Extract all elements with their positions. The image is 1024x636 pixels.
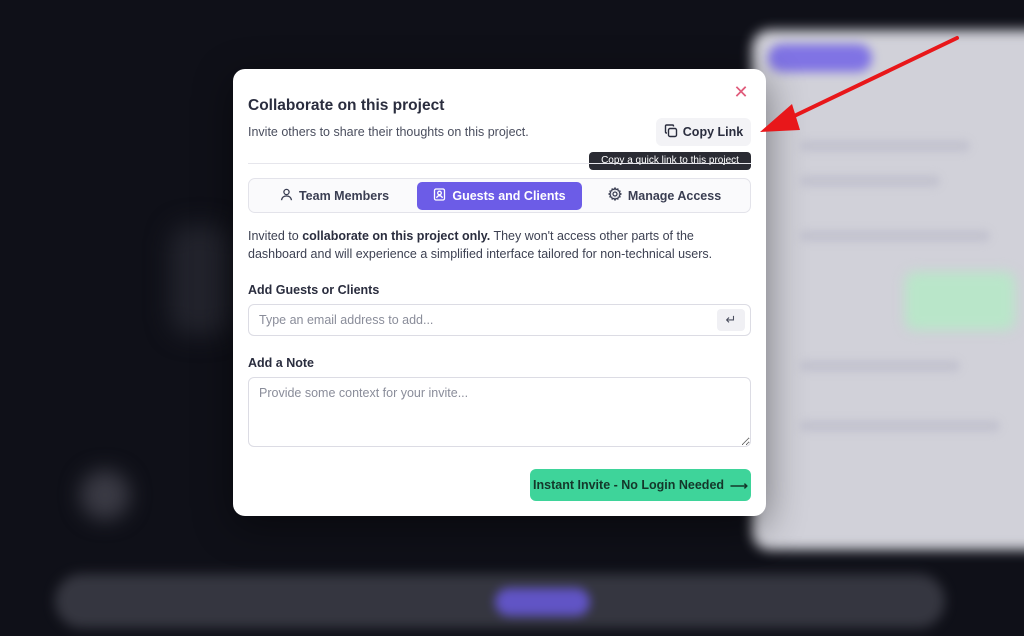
invite-tabs: Team Members Guests and Clients Manage A… (248, 178, 751, 213)
email-field-wrapper: ↵ (248, 304, 751, 336)
background-line (800, 230, 990, 242)
tab-guests-and-clients[interactable]: Guests and Clients (417, 181, 582, 210)
copy-link-button[interactable]: Copy Link (656, 118, 751, 146)
instant-invite-button[interactable]: Instant Invite - No Login Needed ⟶ (530, 469, 751, 501)
gear-icon (607, 186, 623, 204)
copy-link-label: Copy Link (682, 125, 744, 139)
header-divider (248, 163, 751, 164)
contact-card-icon (433, 187, 446, 204)
close-icon[interactable]: ✕ (732, 83, 750, 101)
collaborate-modal: ✕ Collaborate on this project Invite oth… (233, 69, 766, 516)
description-text: Invited to (248, 229, 303, 243)
guests-description: Invited to collaborate on this project o… (248, 227, 753, 263)
background-bottom-accent (495, 588, 590, 616)
copy-icon (664, 123, 678, 141)
note-field[interactable] (248, 377, 751, 447)
enter-icon[interactable]: ↵ (717, 309, 745, 331)
tab-label: Team Members (298, 188, 390, 203)
copy-link-tooltip: Copy a quick link to this project (589, 152, 751, 170)
user-icon (280, 188, 293, 204)
description-emphasis: collaborate on this project only. (302, 229, 491, 243)
background-blob (170, 225, 230, 335)
tab-team-members[interactable]: Team Members (252, 182, 417, 210)
background-line (800, 140, 970, 152)
tab-manage-access[interactable]: Manage Access (582, 182, 747, 210)
tab-label: Manage Access (627, 188, 722, 203)
background-line (800, 360, 960, 372)
invite-button-label: Instant Invite - No Login Needed (533, 478, 725, 492)
background-green-card (905, 272, 1015, 330)
add-guests-label: Add Guests or Clients (248, 283, 380, 297)
tab-label: Guests and Clients (452, 188, 566, 203)
modal-title: Collaborate on this project (248, 97, 445, 114)
background-line (800, 420, 1000, 432)
add-note-label: Add a Note (248, 356, 314, 370)
background-glow (80, 470, 130, 520)
email-field[interactable] (259, 305, 709, 335)
arrow-right-icon: ⟶ (730, 478, 748, 493)
background-line (800, 175, 940, 187)
background-pill (768, 44, 872, 72)
modal-subtitle: Invite others to share their thoughts on… (248, 125, 529, 139)
